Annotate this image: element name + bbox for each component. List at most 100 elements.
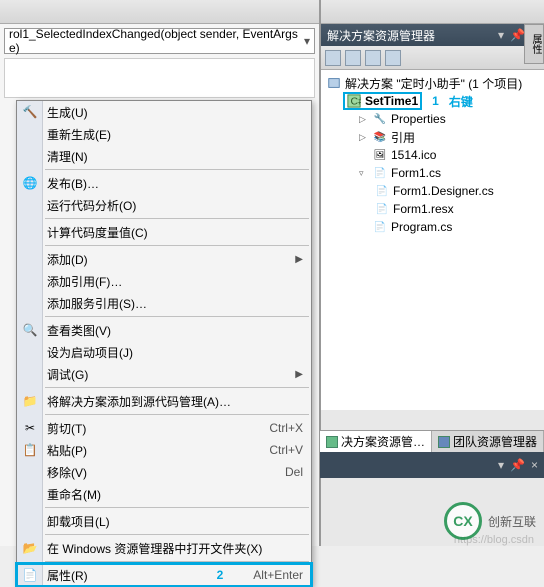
scc-icon: 📁 — [22, 393, 38, 409]
chevron-down-icon: ▾ — [304, 34, 310, 48]
tree-form1[interactable]: ▿ 📄 Form1.cs — [323, 164, 542, 182]
tree-form1-designer[interactable]: 📄 Form1.Designer.cs — [323, 182, 542, 200]
submenu-arrow-icon: ▶ — [295, 254, 303, 265]
bottom-panel-title: ▾ 📌 × — [320, 452, 544, 478]
toolbar-icon[interactable] — [385, 50, 401, 66]
menu-open-explorer[interactable]: 📂 在 Windows 资源管理器中打开文件夹(X) — [17, 537, 311, 559]
menu-separator — [45, 507, 309, 508]
close-icon[interactable]: × — [531, 458, 538, 472]
menu-remove[interactable]: 移除(V) Del — [17, 461, 311, 483]
tab-team-explorer[interactable]: 团队资源管理器 — [432, 431, 544, 452]
csproj-icon: C# — [347, 94, 361, 108]
toolbar-icon[interactable] — [365, 50, 381, 66]
annotation-2: 2 — [217, 568, 224, 582]
pin-icon[interactable]: 📌 — [510, 28, 525, 42]
tree-form1-resx[interactable]: 📄 Form1.resx — [323, 200, 542, 218]
menu-rename[interactable]: 重命名(M) — [17, 483, 311, 505]
context-menu: 🔨 生成(U) 重新生成(E) 清理(N) 🌐 发布(B)… 运行代码分析(O)… — [16, 100, 312, 587]
tree-solution-root[interactable]: 解决方案 "定时小助手" (1 个项目) — [323, 74, 542, 92]
expander-icon[interactable]: ▿ — [359, 168, 369, 179]
solution-toolbar — [321, 46, 544, 70]
tree-label: Properties — [391, 112, 446, 126]
menu-debug[interactable]: 调试(G) ▶ — [17, 363, 311, 385]
tree-ico[interactable]: 🖼 1514.ico — [323, 146, 542, 164]
menu-cut[interactable]: ✂ 剪切(T) Ctrl+X — [17, 417, 311, 439]
menu-add-reference[interactable]: 添加引用(F)… — [17, 270, 311, 292]
menu-add[interactable]: 添加(D) ▶ — [17, 248, 311, 270]
resx-icon: 📄 — [375, 202, 389, 216]
tree-label: Form1.cs — [391, 166, 441, 180]
menu-code-metrics[interactable]: 计算代码度量值(C) — [17, 221, 311, 243]
shortcut: Ctrl+V — [269, 443, 303, 457]
menu-unload[interactable]: 卸载项目(L) — [17, 510, 311, 532]
dropdown-text: rol1_SelectedIndexChanged(object sender,… — [9, 27, 304, 55]
menu-separator — [45, 387, 309, 388]
shortcut: Del — [285, 465, 303, 479]
toolbar-icon[interactable] — [345, 50, 361, 66]
tab-label: 团队资源管理器 — [453, 433, 537, 450]
menu-separator — [45, 561, 309, 562]
submenu-arrow-icon: ▶ — [295, 369, 303, 380]
annotation-1-number: 1 — [432, 94, 439, 108]
menu-add-service-reference[interactable]: 添加服务引用(S)… — [17, 292, 311, 314]
editor-toolbar — [0, 0, 319, 24]
solution-tree[interactable]: 解决方案 "定时小助手" (1 个项目) C# SetTime1 1 右键 ▷ … — [321, 70, 544, 410]
menu-view-class-diagram[interactable]: 🔍 查看类图(V) — [17, 319, 311, 341]
tree-program[interactable]: 📄 Program.cs — [323, 218, 542, 236]
menu-separator — [45, 534, 309, 535]
pin-icon[interactable]: 📌 — [510, 458, 525, 472]
menu-add-to-scc[interactable]: 📁 将解决方案添加到源代码管理(A)… — [17, 390, 311, 412]
menu-publish[interactable]: 🌐 发布(B)… — [17, 172, 311, 194]
panel-controls: ▾ 📌 × — [498, 458, 538, 472]
tree-label: 1514.ico — [391, 148, 436, 162]
solution-icon — [327, 76, 341, 90]
tab-solution-explorer[interactable]: 决方案资源管… — [320, 431, 432, 452]
menu-set-startup[interactable]: 设为启动项目(J) — [17, 341, 311, 363]
menu-separator — [45, 218, 309, 219]
menu-separator — [45, 414, 309, 415]
expander-icon[interactable]: ▷ — [359, 132, 369, 143]
tree-project[interactable]: C# SetTime1 1 右键 — [323, 92, 542, 110]
annotation-1-box: C# SetTime1 — [343, 92, 422, 110]
watermark-logo: CX — [444, 502, 482, 540]
image-icon: 🖼 — [373, 148, 387, 162]
menu-code-analysis[interactable]: 运行代码分析(O) — [17, 194, 311, 216]
menu-properties[interactable]: 📄 属性(R) 2 Alt+Enter — [17, 564, 311, 586]
member-dropdown[interactable]: rol1_SelectedIndexChanged(object sender,… — [4, 28, 315, 54]
tree-label: Program.cs — [391, 220, 452, 234]
menu-separator — [45, 245, 309, 246]
toolbar-icon[interactable] — [325, 50, 341, 66]
cs-icon: 📄 — [375, 184, 389, 198]
menu-rebuild[interactable]: 重新生成(E) — [17, 123, 311, 145]
tab-icon — [326, 436, 338, 448]
properties-strip[interactable]: 属性 — [524, 24, 544, 64]
svg-text:C#: C# — [351, 96, 362, 108]
diagram-icon: 🔍 — [22, 322, 38, 338]
paste-icon: 📋 — [22, 442, 38, 458]
code-area[interactable] — [4, 58, 315, 98]
expander-icon[interactable]: ▷ — [359, 114, 369, 125]
folder-icon: 📂 — [22, 540, 38, 556]
menu-clean[interactable]: 清理(N) — [17, 145, 311, 167]
solution-root-label: 解决方案 "定时小助手" (1 个项目) — [345, 75, 522, 92]
cs-icon: 📄 — [373, 220, 387, 234]
watermark-text: 创新互联 — [488, 513, 536, 530]
annotation-1-text: 右键 — [449, 93, 473, 110]
menu-paste[interactable]: 📋 粘贴(P) Ctrl+V — [17, 439, 311, 461]
form-icon: 📄 — [373, 166, 387, 180]
top-strip — [321, 0, 544, 24]
tree-properties[interactable]: ▷ 🔧 Properties — [323, 110, 542, 128]
tree-references[interactable]: ▷ 📚 引用 — [323, 128, 542, 146]
project-label: SetTime1 — [365, 94, 418, 108]
publish-icon: 🌐 — [22, 175, 38, 191]
dropdown-icon[interactable]: ▾ — [498, 458, 504, 472]
build-icon: 🔨 — [22, 104, 38, 120]
tree-label: Form1.Designer.cs — [393, 184, 494, 198]
dropdown-icon[interactable]: ▾ — [498, 28, 504, 42]
solution-explorer-title: 解决方案资源管理器 ▾ 📌 × — [321, 24, 544, 46]
tree-label: Form1.resx — [393, 202, 454, 216]
menu-separator — [45, 169, 309, 170]
menu-build[interactable]: 🔨 生成(U) — [17, 101, 311, 123]
watermark: CX 创新互联 — [444, 502, 536, 540]
cut-icon: ✂ — [22, 420, 38, 436]
